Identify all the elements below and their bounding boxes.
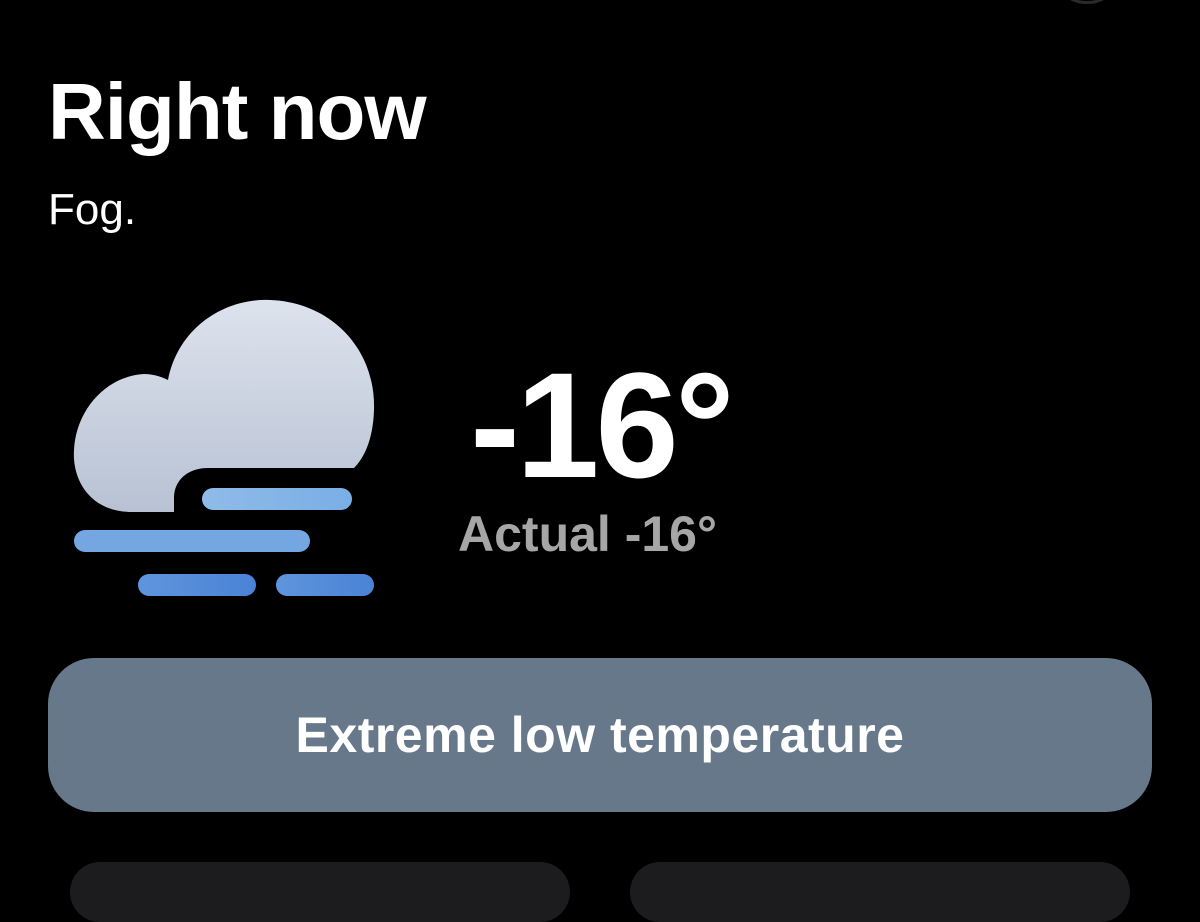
actual-temperature: Actual -16°	[458, 506, 717, 562]
current-temperature: -16°	[470, 341, 735, 509]
temperature-block: -16° Actual -16°	[458, 341, 735, 562]
page-title: Right now	[48, 67, 427, 156]
profile-avatar-edge[interactable]	[1052, 0, 1122, 4]
extreme-low-temperature-alert-button[interactable]: Extreme low temperature	[48, 658, 1152, 812]
card-peek-right[interactable]	[630, 862, 1130, 922]
fog-cloud-icon	[70, 290, 390, 610]
condition-text: Fog.	[48, 185, 137, 234]
alert-label: Extreme low temperature	[295, 707, 905, 763]
card-peek-left[interactable]	[70, 862, 570, 922]
header: Right now Fog.	[48, 67, 427, 234]
